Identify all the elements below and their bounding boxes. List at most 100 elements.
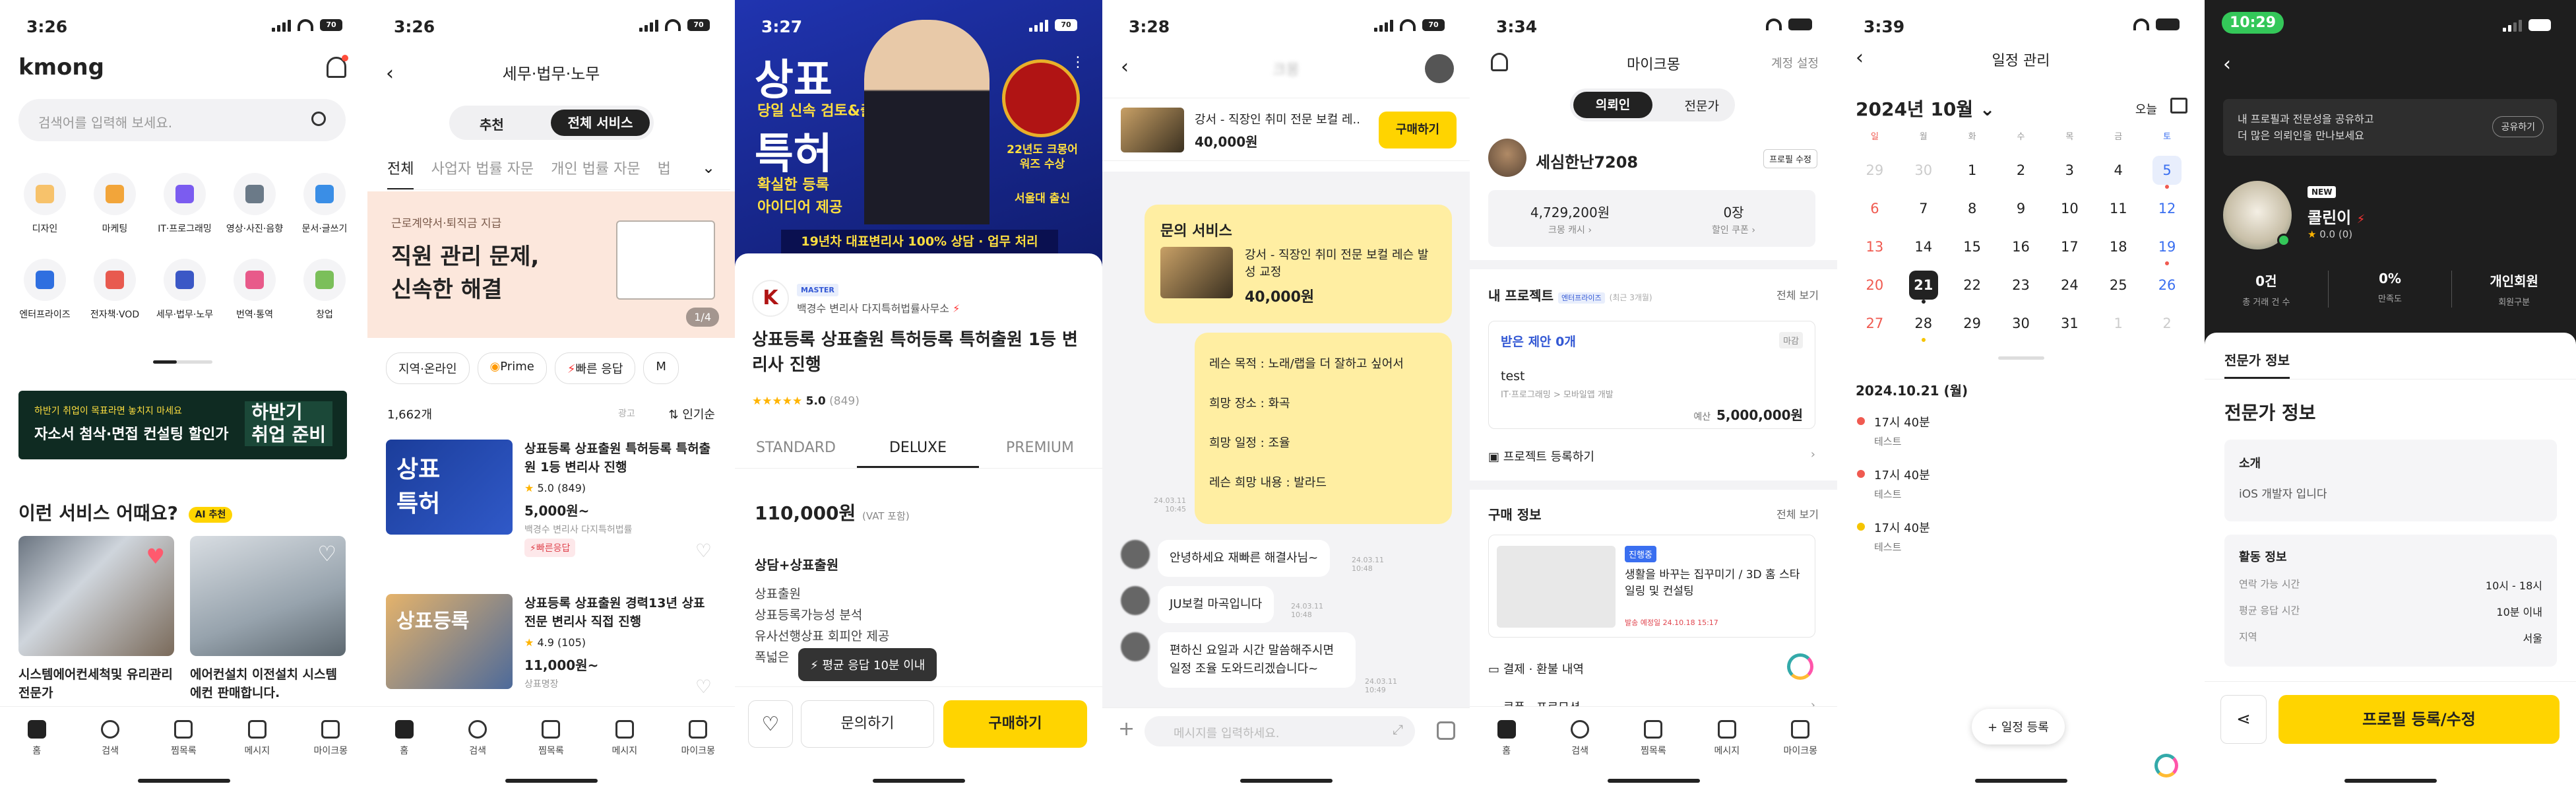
tab-profile[interactable]: 마이크몽 <box>304 720 357 792</box>
inquiry-button[interactable]: 문의하기 <box>801 700 934 748</box>
share-icon-button[interactable]: ⋖ <box>2220 695 2267 744</box>
tab-message[interactable]: 메시지 <box>231 720 284 792</box>
calendar-day[interactable]: 3 <box>2055 156 2084 185</box>
toggle-all-services[interactable]: 전체 서비스 <box>551 110 650 136</box>
tab-search[interactable]: 검색 <box>84 720 137 792</box>
send-icon[interactable] <box>1437 721 1455 740</box>
buy-button[interactable]: 구매하기 <box>1379 112 1457 148</box>
heart-icon[interactable]: ♡ <box>695 676 712 698</box>
calendar-day[interactable]: 7 <box>1909 194 1938 223</box>
category-item[interactable]: 디자인 <box>12 173 78 235</box>
calendar-day[interactable]: 15 <box>1958 232 1987 261</box>
heart-icon[interactable]: ♥ <box>146 544 165 569</box>
toggle-recommend[interactable]: 추천 <box>480 114 504 133</box>
account-settings-link[interactable]: 계정 설정 <box>1771 54 1819 71</box>
category-item[interactable]: 전자책·VOD <box>82 259 148 321</box>
calendar-day[interactable]: 20 <box>1860 271 1889 300</box>
service-card[interactable]: ♥ 시스템에어컨세척및 유리관리전문가 <box>18 536 174 702</box>
tab-profile[interactable]: 마이크몽 <box>1774 720 1827 792</box>
category-item[interactable]: 창업 <box>292 259 358 321</box>
service-card[interactable]: ♡ 에어컨설치 이전설치 시스템에컨 판매합니다. <box>190 536 346 702</box>
proposal-card[interactable]: 받은 제안 0개 마감 test IT·프로그래밍 > 모바일앱 개발 예산 5… <box>1488 321 1815 429</box>
message-input[interactable]: 메시지를 입력하세요. ⤢ <box>1145 716 1415 746</box>
calendar-day[interactable]: 31 <box>2055 309 2084 338</box>
logo[interactable]: kmong <box>18 54 104 81</box>
category-item[interactable]: 문서·글쓰기 <box>292 173 358 235</box>
tab-message[interactable]: 메시지 <box>1701 720 1753 792</box>
calendar-day[interactable]: 1 <box>1958 156 1987 185</box>
today-button[interactable]: 오늘 <box>2135 100 2157 117</box>
calendar-day-selected[interactable]: 21 <box>1908 271 1938 304</box>
filter-region[interactable]: 지역·온라인 <box>386 352 470 384</box>
category-item[interactable]: 세무·법무·노무 <box>152 259 218 321</box>
calendar-day[interactable]: 8 <box>1958 194 1987 223</box>
purchase-view-all[interactable]: 전체 보기 <box>1776 506 1819 521</box>
category-banner[interactable]: 근로계약서·퇴직금 지급 직원 관리 문제, 신속한 해결 1/4 <box>367 191 735 338</box>
heart-icon[interactable]: ♡ <box>317 541 336 566</box>
cash-value[interactable]: 4,729,200원 <box>1488 202 1652 221</box>
category-item[interactable]: 마케팅 <box>82 173 148 235</box>
filter-more[interactable]: M <box>643 352 679 384</box>
share-button[interactable]: 공유하기 <box>2492 116 2544 137</box>
expand-icon[interactable]: ⤢ <box>1393 721 1403 737</box>
category-item[interactable]: 엔터프라이즈 <box>12 259 78 321</box>
calendar-day[interactable]: 18 <box>2104 232 2133 261</box>
sort-select[interactable]: ⇅ 인기순 <box>669 405 716 422</box>
calendar-day[interactable]: 25 <box>2104 271 2133 300</box>
menu-payment[interactable]: ▭ 결제 · 환불 내역 <box>1488 660 1815 677</box>
calendar-day[interactable]: 12 <box>2152 194 2182 223</box>
product-bar[interactable]: 강서 - 직장인 취미 전문 보컬 레... 40,000원 구매하기 <box>1102 98 1470 161</box>
calendar-day[interactable]: 11 <box>2104 194 2133 223</box>
avatar[interactable] <box>1488 139 1526 177</box>
category-item[interactable]: 번역·통역 <box>222 259 288 321</box>
calendar-day[interactable]: 26 <box>2152 271 2182 300</box>
share-icon[interactable]: ⋮ <box>1071 54 1086 71</box>
calendar-day[interactable]: 2 <box>2007 156 2036 185</box>
tab-home[interactable]: 홈 <box>1480 720 1533 792</box>
tab-expert-info[interactable]: 전문가 정보 <box>2224 350 2290 379</box>
month-selector[interactable]: 2024년 10월 ⌄ <box>1856 95 1995 121</box>
toggle-client[interactable]: 의뢰인 <box>1573 92 1652 118</box>
category-item[interactable]: 영상·사진·음향 <box>222 173 288 235</box>
calendar-day[interactable]: 5 <box>2152 156 2182 189</box>
chevron-down-icon[interactable]: ⌄ <box>695 158 722 177</box>
list-view-icon[interactable] <box>2170 98 2187 114</box>
filter-fast-response[interactable]: ⚡빠른 응답 <box>554 352 636 384</box>
calendar-day[interactable]: 27 <box>1860 309 1889 338</box>
plus-icon[interactable]: + <box>1118 717 1135 741</box>
calendar-day[interactable]: 22 <box>1958 271 1987 300</box>
list-item[interactable]: 상표등록 상표등록 상표출원 경력13년 상표전문 변리사 직접 진행 ★ 4.… <box>386 594 718 713</box>
subtab-personal[interactable]: 개인 법률 자문 <box>551 157 640 189</box>
plan-standard[interactable]: STANDARD <box>735 432 857 468</box>
back-icon[interactable]: ‹ <box>2223 53 2231 76</box>
tab-search[interactable]: 검색 <box>451 720 504 792</box>
coupon-value[interactable]: 0장 <box>1652 202 1815 221</box>
calendar-day[interactable]: 30 <box>2007 309 2036 338</box>
calendar-day[interactable]: 17 <box>2055 232 2084 261</box>
calendar-day[interactable]: 19 <box>2152 232 2182 265</box>
calendar-day[interactable]: 29 <box>1860 156 1889 185</box>
bell-icon[interactable] <box>327 55 348 78</box>
tab-profile[interactable]: 마이크몽 <box>672 720 724 792</box>
calendar-day[interactable]: 29 <box>1958 309 1987 338</box>
category-item[interactable]: IT·프로그래밍 <box>152 173 218 235</box>
add-event-button[interactable]: + 일정 등록 <box>1972 709 2065 744</box>
purchase-button[interactable]: 구매하기 <box>943 700 1087 748</box>
calendar-day[interactable]: 24 <box>2055 271 2084 300</box>
calendar-day[interactable]: 13 <box>1860 232 1889 261</box>
tab-home[interactable]: 홈 <box>378 720 431 792</box>
plan-premium[interactable]: PREMIUM <box>979 432 1101 468</box>
search-bar[interactable]: 검색어를 입력해 보세요. <box>18 99 346 141</box>
subtab-all[interactable]: 전체 <box>387 157 414 189</box>
heart-icon[interactable]: ♡ <box>695 540 712 562</box>
favorite-button[interactable]: ♡ <box>748 700 793 748</box>
toggle-expert[interactable]: 전문가 <box>1685 96 1719 114</box>
calendar-day[interactable]: 9 <box>2007 194 2036 223</box>
purchase-card[interactable]: 진행중 생활을 바꾸는 집꾸미기 / 3D 홈 스타일링 및 컨설팅 발송 예정… <box>1488 535 1815 638</box>
filter-prime[interactable]: ◉Prime <box>477 352 547 384</box>
tab-home[interactable]: 홈 <box>11 720 63 792</box>
subtab-more[interactable]: 법 <box>658 157 671 189</box>
calendar-day[interactable]: 6 <box>1860 194 1889 223</box>
calendar-day[interactable]: 14 <box>1909 232 1938 261</box>
avatar[interactable] <box>1425 54 1454 83</box>
